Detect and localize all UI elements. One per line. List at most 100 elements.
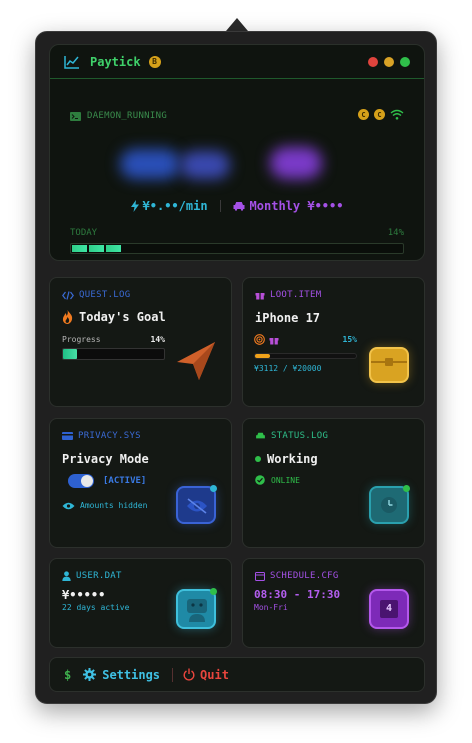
quit-button[interactable]: Quit [183,668,229,682]
card-header: SCHEDULE.CFG [255,571,339,581]
gift-icon [255,293,265,300]
hidden-amount-blur [110,141,380,191]
user-active-days: 22 days active [62,603,130,612]
rate-divider [219,200,221,212]
loot-card[interactable]: LOOT.ITEM iPhone 17 15% ¥3112 / ¥20000 [242,277,425,407]
terminal-icon [70,111,81,121]
hero-panel: Paytick B DAEMON_RUNNING C C ¥•.••/min M… [49,44,425,261]
power-icon [183,668,195,681]
coin-badge-icon: B [148,55,161,68]
progress-label: Progress [62,335,101,344]
card-header: LOOT.ITEM [255,290,321,300]
loot-amount: ¥3112 / ¥20000 [254,364,322,373]
eye-icon [62,502,75,509]
loot-head-label: LOOT.ITEM [270,290,322,300]
status-head-label: STATUS.LOG [271,431,329,441]
title-bar: Paytick B [50,45,424,79]
schedule-card[interactable]: SCHEDULE.CFG 08:30 - 17:30 Mon-Fri 4 [242,558,425,648]
coin-icon: C [374,109,385,120]
schedule-head-label: SCHEDULE.CFG [270,571,339,581]
loot-percent: 15% [342,335,357,344]
target-icon [254,334,265,345]
zoom-dot[interactable] [400,56,410,67]
calendar-icon: 4 [369,589,409,629]
privacy-toggle-state: [ACTIVE] [103,476,147,486]
footer-bar: $ Settings Quit [49,657,425,692]
rate-row: ¥•.••/min Monthly ¥•••• [50,199,424,213]
loot-progress-bar [254,353,357,359]
today-progress-segment [89,245,104,252]
quest-card[interactable]: QUEST.LOG Today's Goal Progress 14% [49,277,232,407]
loot-progress-fill [255,354,271,358]
gear-icon [83,668,97,681]
quest-progress-bar [62,348,165,360]
car-icon [256,432,265,439]
close-dot[interactable] [368,56,378,67]
quest-head-label: QUEST.LOG [79,290,131,300]
card-icon [62,432,73,440]
privacy-card[interactable]: PRIVACY.SYS Privacy Mode [ACTIVE] Amount… [49,418,232,548]
window-controls [368,56,410,67]
user-balance: ¥••••• [62,588,106,602]
card-header: PRIVACY.SYS [62,431,141,441]
wifi-icon [390,109,404,120]
chest-icon [369,347,409,383]
online-row: ONLINE [255,475,300,485]
loot-title: iPhone 17 [255,311,321,325]
user-head-label: USER.DAT [76,571,122,581]
privacy-hint-row: Amounts hidden [62,501,147,510]
flame-icon [62,310,73,324]
status-dot [255,456,261,462]
privacy-toggle[interactable] [68,474,94,488]
rate-per-min: ¥•.••/min [130,199,208,213]
status-title-row: Working [255,452,318,466]
quest-title-row: Today's Goal [62,310,166,324]
today-percent: 14% [387,228,404,238]
card-header: USER.DAT [62,571,122,581]
avatar-icon [176,588,217,629]
quest-progress-fill [63,349,78,359]
status-title: Working [267,452,318,466]
schedule-time: 08:30 - 17:30 [254,588,341,601]
footer-divider [172,667,174,682]
app-title: Paytick [90,54,141,69]
shell-prompt: $ [64,667,72,682]
quest-title: Today's Goal [79,310,166,324]
bolt-icon [130,200,139,212]
card-header: QUEST.LOG [62,290,130,300]
today-progress-segment [106,245,121,252]
check-circle-icon [255,475,265,485]
code-icon [62,290,74,300]
minimize-dot[interactable] [384,56,394,67]
hero-status-icons: C C [358,109,404,120]
calendar-day: 4 [385,603,393,614]
clock-icon [369,485,410,524]
settings-button[interactable]: Settings [83,668,160,682]
status-card[interactable]: STATUS.LOG Working ONLINE [242,418,425,548]
settings-label: Settings [102,667,161,682]
gift-icon [269,337,279,344]
rate-per-min-value: ¥•.••/min [142,199,208,213]
eye-off-icon [176,485,217,524]
quit-label: Quit [200,667,229,682]
user-icon [62,571,71,581]
online-label: ONLINE [271,475,300,485]
coin-icon: C [358,109,369,120]
user-card[interactable]: USER.DAT ¥••••• 22 days active [49,558,232,648]
today-label: TODAY [70,228,98,238]
rate-monthly: Monthly ¥•••• [233,199,343,213]
app-window: Paytick B DAEMON_RUNNING C C ¥•.••/min M… [35,31,437,704]
daemon-status-label: DAEMON_RUNNING [87,111,168,121]
privacy-title: Privacy Mode [62,452,149,466]
privacy-head-label: PRIVACY.SYS [78,431,141,441]
today-row: TODAY 14% [70,228,404,238]
paper-plane-icon [177,342,215,380]
car-icon [233,202,245,211]
schedule-days: Mon-Fri [254,603,288,612]
toggle-knob [81,475,93,487]
loot-progress-row: 15% [254,334,357,345]
privacy-hint: Amounts hidden [80,501,148,510]
quest-progress-row: Progress 14% [62,335,165,344]
progress-percent: 14% [150,335,165,344]
today-progress-segment [72,245,87,252]
